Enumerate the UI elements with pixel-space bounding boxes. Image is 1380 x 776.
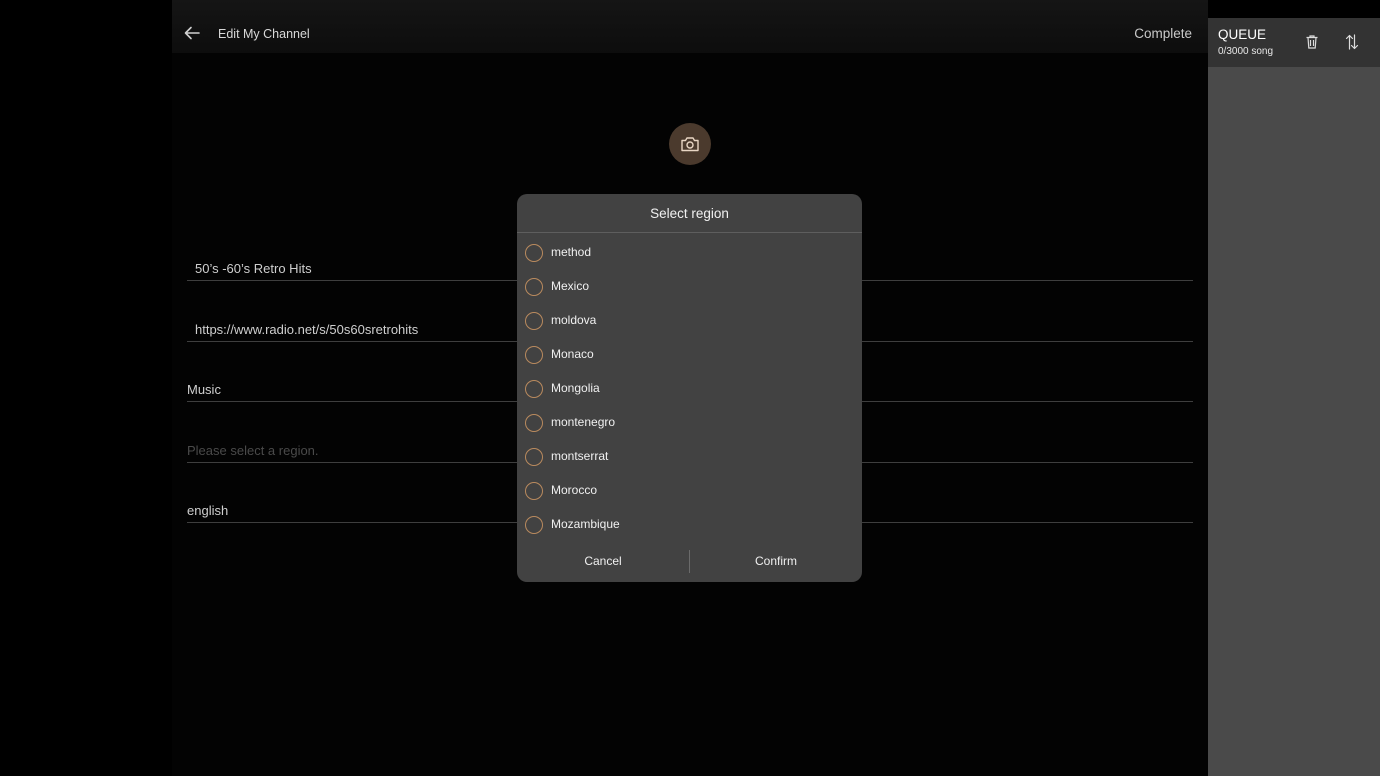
region-option[interactable]: montenegro bbox=[525, 410, 855, 436]
radio-icon[interactable] bbox=[525, 312, 543, 330]
region-option[interactable]: method bbox=[525, 240, 855, 266]
radio-icon[interactable] bbox=[525, 414, 543, 432]
camera-icon bbox=[681, 137, 699, 152]
region-option-label: Mexico bbox=[551, 279, 590, 293]
region-option-label: montenegro bbox=[551, 415, 616, 429]
region-option[interactable]: Monaco bbox=[525, 342, 855, 368]
region-option-label: Mongolia bbox=[551, 381, 600, 395]
queue-title: QUEUE bbox=[1218, 27, 1267, 42]
region-option-label: Mozambique bbox=[551, 517, 620, 531]
sort-icon[interactable] bbox=[1344, 33, 1360, 51]
region-option-label: method bbox=[551, 245, 592, 259]
queue-header: QUEUE 0/3000 song bbox=[1208, 18, 1380, 67]
region-option-label: moldova bbox=[551, 313, 597, 327]
region-option[interactable]: montserrat bbox=[525, 444, 855, 470]
language-value: english bbox=[187, 503, 229, 518]
queue-count: 0/3000 song bbox=[1218, 46, 1274, 57]
queue-panel: QUEUE 0/3000 song bbox=[1208, 18, 1380, 776]
region-option-label: Monaco bbox=[551, 347, 594, 361]
radio-icon[interactable] bbox=[525, 482, 543, 500]
radio-icon[interactable] bbox=[525, 346, 543, 364]
region-placeholder: Please select a region. bbox=[187, 443, 319, 458]
region-option[interactable]: Mozambique bbox=[525, 512, 855, 538]
channel-avatar-upload[interactable] bbox=[669, 123, 711, 165]
page-title: Edit My Channel bbox=[218, 27, 310, 41]
region-option-label: montserrat bbox=[551, 449, 609, 463]
dialog-title: Select region bbox=[650, 206, 729, 221]
select-region-dialog: Select region method Mexico moldova Mona… bbox=[517, 194, 862, 582]
region-option[interactable]: Mexico bbox=[525, 274, 855, 300]
complete-button[interactable]: Complete bbox=[1134, 26, 1192, 41]
trash-icon[interactable] bbox=[1304, 34, 1320, 50]
radio-icon[interactable] bbox=[525, 448, 543, 466]
header-bar: Edit My Channel Complete bbox=[172, 0, 1208, 53]
cancel-button[interactable]: Cancel bbox=[517, 548, 689, 574]
region-option[interactable]: Morocco bbox=[525, 478, 855, 504]
radio-icon[interactable] bbox=[525, 380, 543, 398]
region-option[interactable]: Mongolia bbox=[525, 376, 855, 402]
back-arrow-icon[interactable] bbox=[183, 24, 201, 42]
radio-icon[interactable] bbox=[525, 278, 543, 296]
genre-value: Music bbox=[187, 382, 221, 397]
radio-icon[interactable] bbox=[525, 244, 543, 262]
channel-name-value: 50’s -60’s Retro Hits bbox=[195, 261, 312, 276]
region-option-label: Morocco bbox=[551, 483, 598, 497]
confirm-button[interactable]: Confirm bbox=[690, 548, 862, 574]
radio-icon[interactable] bbox=[525, 516, 543, 534]
region-option[interactable]: moldova bbox=[525, 308, 855, 334]
channel-url-value: https://www.radio.net/s/50s60sretrohits bbox=[195, 322, 419, 337]
dialog-divider bbox=[517, 232, 862, 233]
